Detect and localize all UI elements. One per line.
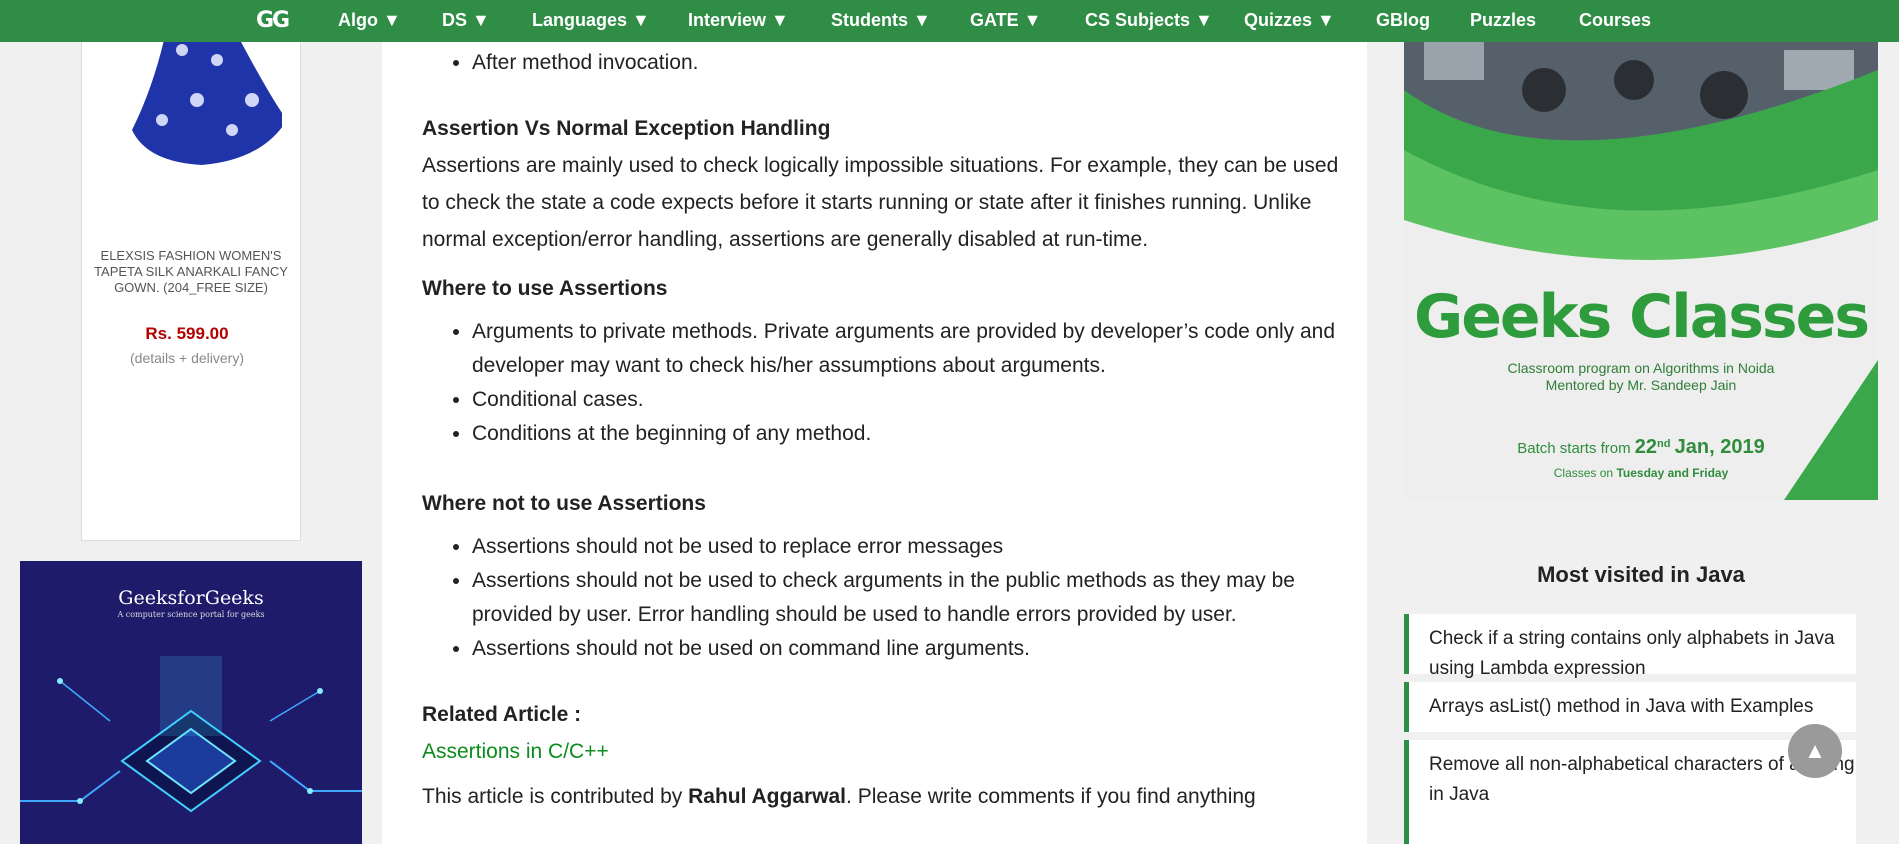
article-content: After method invocation. Assertion Vs No… [422,0,1342,815]
class-days: Classes on Tuesday and Friday [1404,466,1878,480]
most-visited-item-label: Check if a string contains only alphabet… [1429,628,1835,679]
geeks-classes-title: Geeks Classes [1413,282,1870,352]
contributor-line: This article is contributed by Rahul Agg… [422,778,1342,815]
most-visited-item[interactable]: Arrays asList() method in Java with Exam… [1404,682,1856,732]
product-title[interactable]: ELEXSIS FASHION WOMEN'S TAPETA SILK ANAR… [88,248,294,296]
gfg-logo[interactable]: GG [256,8,290,33]
where-not-to-use-list: Assertions should not be used to replace… [422,530,1342,666]
nav-item-students[interactable]: Students ▼ [831,0,931,42]
most-visited-title: Most visited in Java [1537,562,1745,587]
most-visited-section: Most visited in Java Check if a string c… [1404,522,1878,844]
days-value: Tuesday and Friday [1616,466,1729,480]
geeks-classes-description: Classroom program on Algorithms in Noida… [1404,360,1878,394]
where-to-use-list: Arguments to private methods. Private ar… [422,315,1342,451]
geeks-classes-ad[interactable]: Geeks Classes Classroom program on Algor… [1404,0,1878,500]
contributor-suffix: . Please write comments if you find anyt… [846,785,1256,808]
article-panel: After method invocation. Assertion Vs No… [382,0,1367,844]
gfg-banner-ad[interactable]: GeeksforGeeks A computer science portal … [20,561,362,844]
list-item: Assertions should not be used to replace… [472,530,1342,564]
batch-month-year: Jan, 2019 [1674,436,1765,458]
nav-item-quizzes[interactable]: Quizzes ▼ [1244,0,1335,42]
heading-where-to-use: Where to use Assertions [422,277,668,300]
circuit-illustration [20,656,362,813]
heading-where-not-to-use: Where not to use Assertions [422,492,706,515]
related-article-label: Related Article : [422,703,582,726]
list-item: After method invocation. [472,46,1342,80]
batch-date: 22 [1634,436,1658,458]
nav-item-puzzles[interactable]: Puzzles [1470,0,1536,42]
list-item: Conditions at the beginning of any metho… [472,417,1342,451]
nav-item-algo[interactable]: Algo ▼ [338,0,401,42]
nav-item-gblog[interactable]: GBlog [1376,0,1430,42]
classroom-photo [1404,0,1878,500]
classes-line1: Classroom program on Algorithms in Noida [1507,360,1775,376]
contributor-prefix: This article is contributed by [422,785,689,808]
heading-assertion-vs-exception: Assertion Vs Normal Exception Handling [422,117,831,140]
nav-item-gate[interactable]: GATE ▼ [970,0,1041,42]
product-price: Rs. 599.00 [145,324,229,343]
related-article-link[interactable]: Assertions in C/C++ [422,733,1342,770]
list-item: Arguments to private methods. Private ar… [472,315,1342,383]
contributor-name: Rahul Aggarwal [688,785,847,808]
list-item: Conditional cases. [472,383,1342,417]
list-item: Assertions should not be used to check a… [472,564,1342,632]
previous-list: After method invocation. [422,46,1342,80]
classes-line2: Mentored by Mr. Sandeep Jain [1545,377,1737,393]
nav-item-languages[interactable]: Languages ▼ [532,0,650,42]
scroll-to-top-button[interactable]: ▲ [1788,724,1842,778]
most-visited-item-label: Arrays asList() method in Java with Exam… [1429,696,1814,717]
nav-item-interview[interactable]: Interview ▼ [688,0,789,42]
top-navbar: GG Algo ▼ DS ▼ Languages ▼ Interview ▼ S… [0,0,1899,42]
batch-date-sup: nd [1657,438,1671,450]
batch-prefix: Batch starts from [1517,440,1631,457]
nav-item-cs-subjects[interactable]: CS Subjects ▼ [1085,0,1213,42]
paragraph-assertions-purpose: Assertions are mainly used to check logi… [422,154,1339,251]
product-details-link[interactable]: (details + delivery) [82,350,292,366]
list-item: Assertions should not be used on command… [472,632,1342,666]
nav-item-ds[interactable]: DS ▼ [442,0,490,42]
nav-item-courses[interactable]: Courses [1579,0,1651,42]
most-visited-item[interactable]: Check if a string contains only alphabet… [1404,614,1856,679]
product-ad-card[interactable]: ELEXSIS FASHION WOMEN'S TAPETA SILK ANAR… [81,0,301,541]
days-prefix: Classes on [1553,466,1614,480]
batch-start: Batch starts from 22nd Jan, 2019 [1404,436,1878,459]
